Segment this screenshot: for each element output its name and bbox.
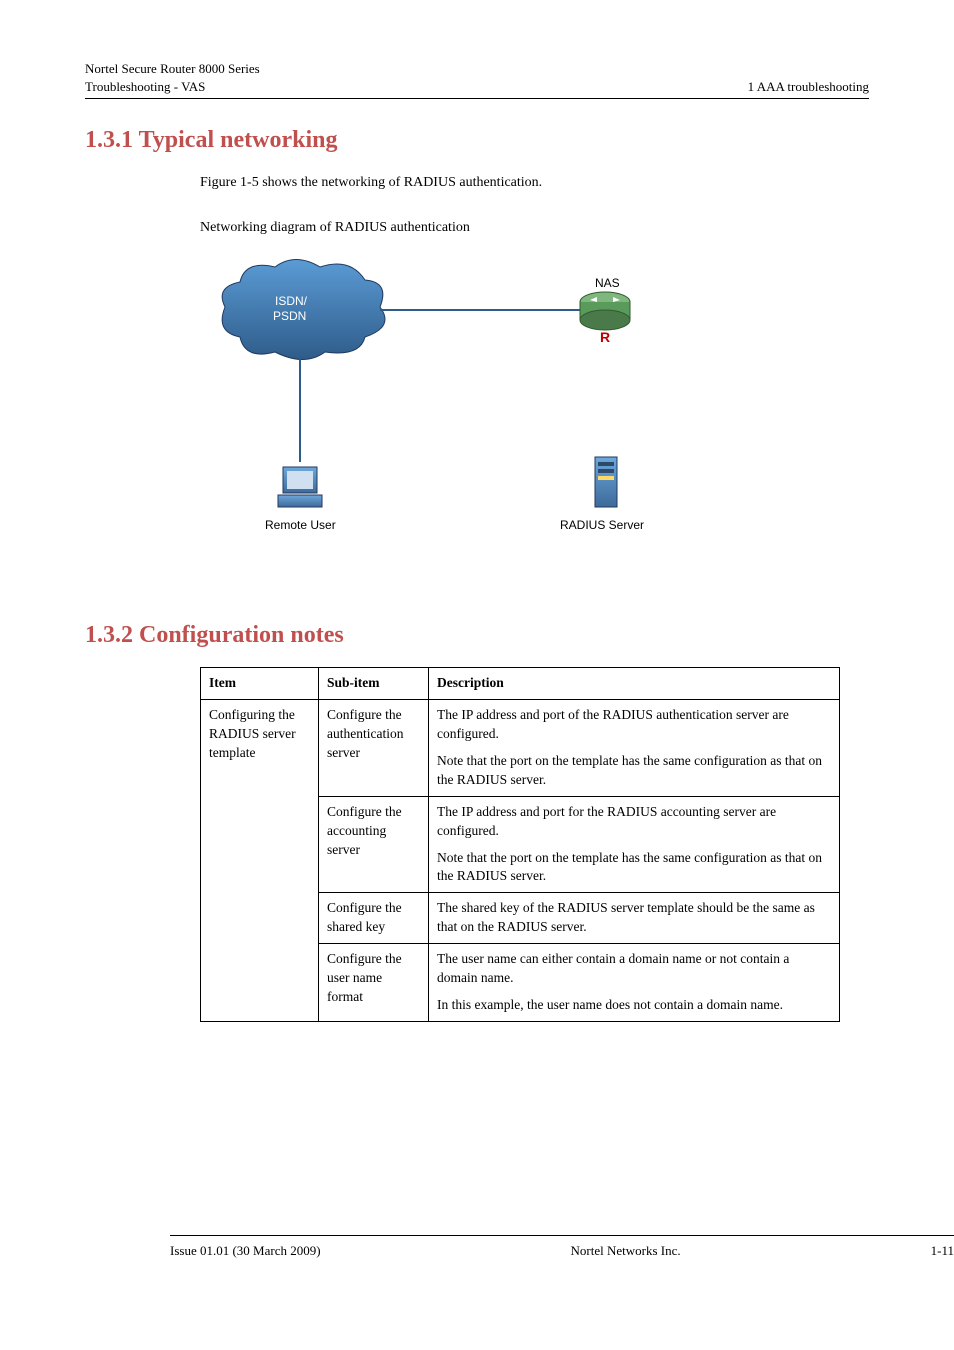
cell-desc: The IP address and port for the RADIUS a… bbox=[429, 796, 840, 893]
cell-desc: The user name can either contain a domai… bbox=[429, 944, 840, 1022]
config-table: Item Sub-item Description Configuring th… bbox=[200, 667, 840, 1021]
header-left: Nortel Secure Router 8000 Series Trouble… bbox=[85, 60, 260, 96]
nas-label: NAS bbox=[595, 276, 620, 290]
radius-server-label: RADIUS Server bbox=[560, 518, 644, 532]
desc-text: Note that the port on the template has t… bbox=[437, 752, 831, 790]
footer-company: Nortel Networks Inc. bbox=[571, 1242, 681, 1260]
table-header-row: Item Sub-item Description bbox=[201, 668, 840, 700]
cell-sub: Configure the authentication server bbox=[319, 700, 429, 797]
remote-user-label: Remote User bbox=[265, 518, 336, 532]
cell-sub: Configure the shared key bbox=[319, 893, 429, 944]
col-item: Item bbox=[201, 668, 319, 700]
header-right: 1 AAA troubleshooting bbox=[748, 60, 869, 96]
router-label: R bbox=[600, 329, 610, 345]
desc-text: The IP address and port of the RADIUS au… bbox=[437, 706, 831, 744]
section-heading-typical-networking: 1.3.1 Typical networking bbox=[85, 124, 869, 158]
footer-page: 1-11 bbox=[931, 1242, 954, 1260]
page-footer: Issue 01.01 (30 March 2009) Nortel Netwo… bbox=[170, 1235, 954, 1260]
cell-desc: The IP address and port of the RADIUS au… bbox=[429, 700, 840, 797]
desc-text: The IP address and port for the RADIUS a… bbox=[437, 803, 831, 841]
cell-item: Configuring the RADIUS server template bbox=[201, 700, 319, 1022]
cell-sub: Configure the accounting server bbox=[319, 796, 429, 893]
cloud-label-2: PSDN bbox=[273, 309, 306, 323]
header-series: Nortel Secure Router 8000 Series bbox=[85, 60, 260, 78]
table-row: Configuring the RADIUS server template C… bbox=[201, 700, 840, 797]
header-chapter: 1 AAA troubleshooting bbox=[748, 78, 869, 96]
figure-caption: Networking diagram of RADIUS authenticat… bbox=[200, 218, 869, 238]
section-heading-config-notes: 1.3.2 Configuration notes bbox=[85, 619, 869, 653]
intro-text: Figure 1-5 shows the networking of RADIU… bbox=[200, 173, 869, 193]
header-doc-title: Troubleshooting - VAS bbox=[85, 78, 260, 96]
desc-text: The user name can either contain a domai… bbox=[437, 950, 831, 988]
col-sub-item: Sub-item bbox=[319, 668, 429, 700]
footer-issue: Issue 01.01 (30 March 2009) bbox=[170, 1242, 321, 1260]
page-header: Nortel Secure Router 8000 Series Trouble… bbox=[85, 60, 869, 99]
pc-icon bbox=[278, 467, 322, 507]
cell-desc: The shared key of the RADIUS server temp… bbox=[429, 893, 840, 944]
desc-text: In this example, the user name does not … bbox=[437, 996, 831, 1015]
router-icon bbox=[580, 292, 630, 330]
desc-text: Note that the port on the template has t… bbox=[437, 849, 831, 887]
desc-text: The shared key of the RADIUS server temp… bbox=[437, 899, 831, 937]
server-icon bbox=[595, 457, 617, 507]
cloud-label-1: ISDN/ bbox=[275, 294, 308, 308]
network-diagram: ISDN/ PSDN NAS R Remote User bbox=[200, 252, 869, 559]
cell-sub: Configure the user name format bbox=[319, 944, 429, 1022]
col-description: Description bbox=[429, 668, 840, 700]
